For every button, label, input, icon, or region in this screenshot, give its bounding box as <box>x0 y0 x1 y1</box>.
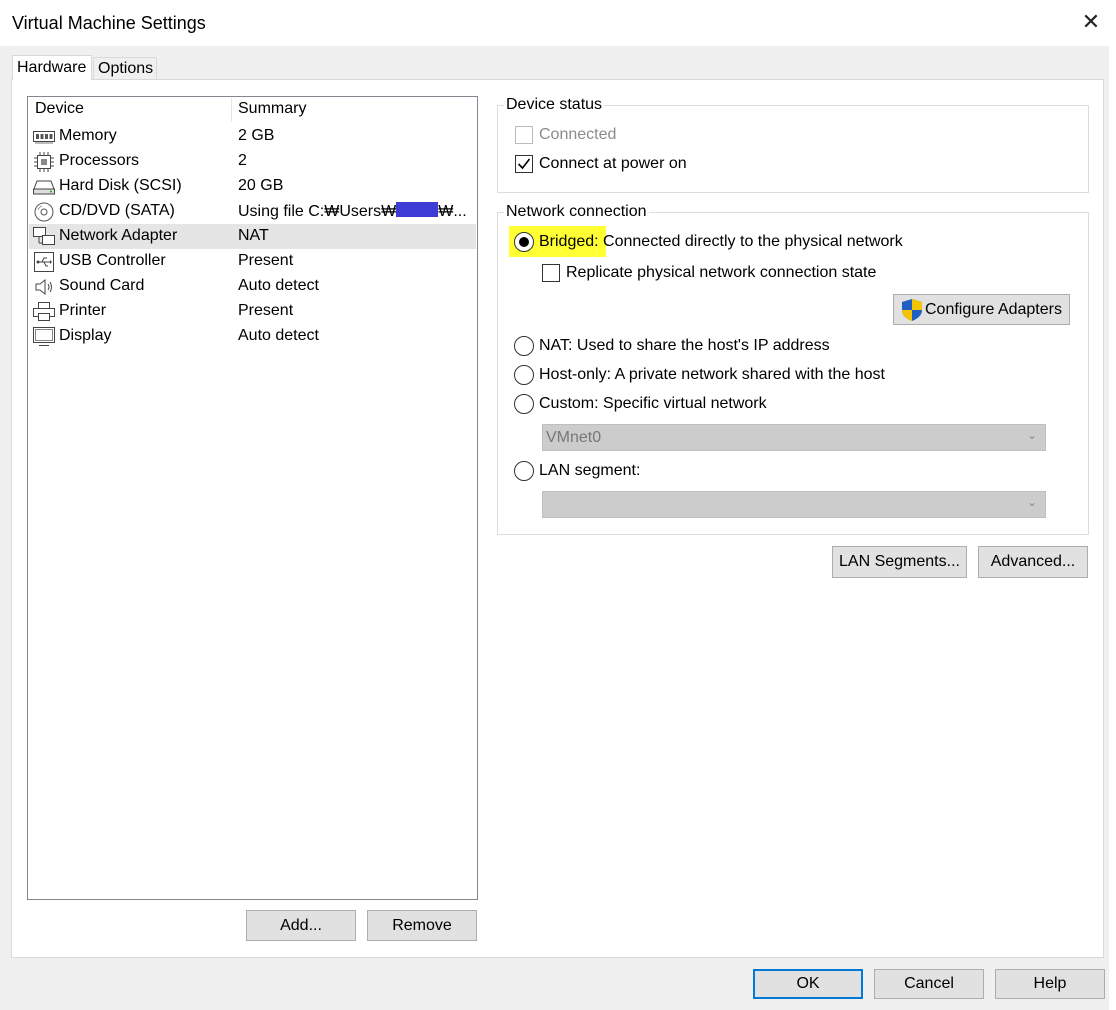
device-summary: 2 GB <box>238 127 275 144</box>
connect-at-power-on-checkbox[interactable] <box>515 155 533 173</box>
bridged-prefix: Bridged: <box>539 233 599 250</box>
processor-icon <box>33 151 55 172</box>
configure-adapters-button[interactable]: Configure Adapters <box>893 294 1070 325</box>
column-header-summary[interactable]: Summary <box>238 100 306 118</box>
redaction-block <box>396 202 439 217</box>
column-header-device[interactable]: Device <box>35 100 84 118</box>
device-row-printer[interactable]: Printer Present <box>29 299 476 324</box>
remove-button[interactable]: Remove <box>367 910 477 941</box>
device-name: Printer <box>59 302 107 319</box>
cd-path-suffix: ₩... <box>438 203 467 220</box>
device-row-hard-disk[interactable]: Hard Disk (SCSI) 20 GB <box>29 174 476 199</box>
column-separator <box>231 98 232 122</box>
tab-hardware[interactable]: Hardware <box>12 55 92 80</box>
device-status-group <box>497 105 1089 193</box>
device-name: Processors <box>59 152 140 169</box>
lan-segments-button[interactable]: LAN Segments... <box>832 546 967 578</box>
device-row-display[interactable]: Display Auto detect <box>29 324 476 349</box>
lan-segment-dropdown[interactable]: ⌄ <box>542 491 1046 518</box>
tab-options-label: Options <box>98 60 154 77</box>
configure-adapters-label: Configure Adapters <box>925 301 1062 318</box>
custom-network-value: VMnet0 <box>546 429 602 446</box>
device-summary: 2 <box>238 152 247 169</box>
ok-button[interactable]: OK <box>753 969 863 999</box>
close-icon[interactable]: ✕ <box>1078 8 1104 36</box>
radio-dot <box>519 237 529 247</box>
bridged-label: Bridged: Connected directly to the physi… <box>539 233 903 251</box>
device-summary-cd: Using file C:₩Users₩ ₩... <box>238 202 467 221</box>
device-name: Hard Disk (SCSI) <box>59 177 182 194</box>
advanced-button[interactable]: Advanced... <box>978 546 1088 578</box>
network-connection-title: Network connection <box>504 203 649 221</box>
device-row-cd-dvd[interactable]: CD/DVD (SATA) Using file C:₩Users₩ ₩... <box>29 199 476 224</box>
replicate-state-label: Replicate physical network connection st… <box>566 264 877 281</box>
printer-icon <box>33 301 55 321</box>
bridged-description: Connected directly to the physical netwo… <box>598 233 903 250</box>
add-button[interactable]: Add... <box>246 910 356 941</box>
host-only-radio[interactable] <box>514 365 534 385</box>
device-status-title: Device status <box>504 96 605 114</box>
device-row-usb-controller[interactable]: USB Controller Present <box>29 249 476 274</box>
tab-options[interactable]: Options <box>93 57 157 79</box>
window-edge <box>1109 46 1116 1010</box>
memory-icon <box>33 127 55 146</box>
device-name: Display <box>59 327 112 344</box>
device-name: Network Adapter <box>59 227 178 244</box>
device-summary: 20 GB <box>238 177 284 194</box>
custom-network-dropdown[interactable]: VMnet0 ⌄ <box>542 424 1046 451</box>
replicate-state-checkbox[interactable] <box>542 264 560 282</box>
nat-label: NAT: Used to share the host's IP address <box>539 337 830 354</box>
device-row-network-adapter[interactable]: Network Adapter NAT <box>29 224 476 249</box>
device-name: Memory <box>59 127 117 144</box>
nat-radio[interactable] <box>514 336 534 356</box>
device-row-sound-card[interactable]: Sound Card Auto detect <box>29 274 476 299</box>
chevron-down-icon: ⌄ <box>1026 428 1037 442</box>
device-summary: Auto detect <box>238 277 319 294</box>
device-summary: Present <box>238 252 294 269</box>
uac-shield-icon <box>902 299 922 321</box>
lan-segment-label: LAN segment: <box>539 462 641 479</box>
tab-hardware-label: Hardware <box>17 59 87 76</box>
bridged-radio[interactable] <box>514 232 534 252</box>
connected-checkbox[interactable] <box>515 126 533 144</box>
device-row-memory[interactable]: Memory 2 GB <box>29 124 476 149</box>
cd-path-prefix: Using file C:₩Users₩ <box>238 203 397 220</box>
lan-segment-radio[interactable] <box>514 461 534 481</box>
connected-label: Connected <box>539 126 617 143</box>
device-summary: NAT <box>238 227 269 244</box>
chevron-down-icon: ⌄ <box>1026 495 1037 509</box>
device-row-processors[interactable]: Processors 2 <box>29 149 476 174</box>
hard-disk-icon <box>33 177 55 196</box>
host-only-label: Host-only: A private network shared with… <box>539 366 885 383</box>
connect-at-power-on-label: Connect at power on <box>539 155 687 172</box>
device-name: Sound Card <box>59 277 145 294</box>
cd-dvd-icon <box>33 202 55 221</box>
custom-label: Custom: Specific virtual network <box>539 395 767 412</box>
help-button[interactable]: Help <box>995 969 1105 999</box>
device-summary: Auto detect <box>238 327 319 344</box>
device-name: USB Controller <box>59 252 166 269</box>
window-title: Virtual Machine Settings <box>12 13 206 33</box>
custom-radio[interactable] <box>514 394 534 414</box>
device-summary: Present <box>238 302 294 319</box>
network-adapter-icon <box>33 226 55 246</box>
speaker-icon <box>33 277 55 296</box>
device-name: CD/DVD (SATA) <box>59 202 175 219</box>
checkmark-icon <box>517 158 531 170</box>
cancel-button[interactable]: Cancel <box>874 969 984 999</box>
usb-icon <box>33 251 55 272</box>
display-icon <box>33 326 55 346</box>
